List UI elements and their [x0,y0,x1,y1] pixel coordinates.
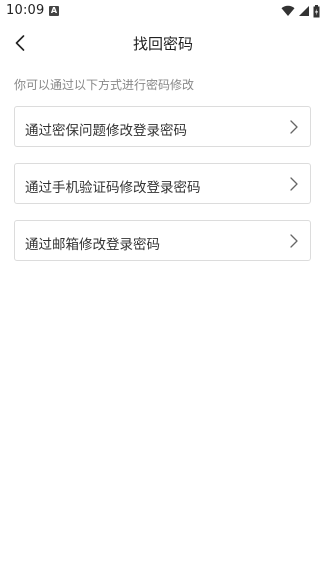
notification-a-icon: A [49,6,59,16]
page-title: 找回密码 [132,35,193,53]
option-label: 通过手机验证码修改登录密码 [25,180,201,196]
option-label: 通过邮箱修改登录密码 [25,237,160,253]
status-icons [281,4,320,18]
chevron-right-icon [290,234,298,248]
option-sms-code[interactable]: 通过手机验证码修改登录密码 [14,163,311,204]
status-time: 10:09 [6,3,45,18]
battery-icon [313,4,320,17]
status-bar: 10:09 A [0,0,326,24]
hint-text: 你可以通过以下方式进行密码修改 [14,78,195,92]
header: 找回密码 [0,24,326,62]
chevron-right-icon [290,120,298,134]
signal-icon [299,6,309,16]
wifi-icon [281,5,295,17]
option-email[interactable]: 通过邮箱修改登录密码 [14,220,311,261]
chevron-right-icon [290,177,298,191]
option-security-question[interactable]: 通过密保问题修改登录密码 [14,106,311,147]
option-label: 通过密保问题修改登录密码 [25,123,187,139]
